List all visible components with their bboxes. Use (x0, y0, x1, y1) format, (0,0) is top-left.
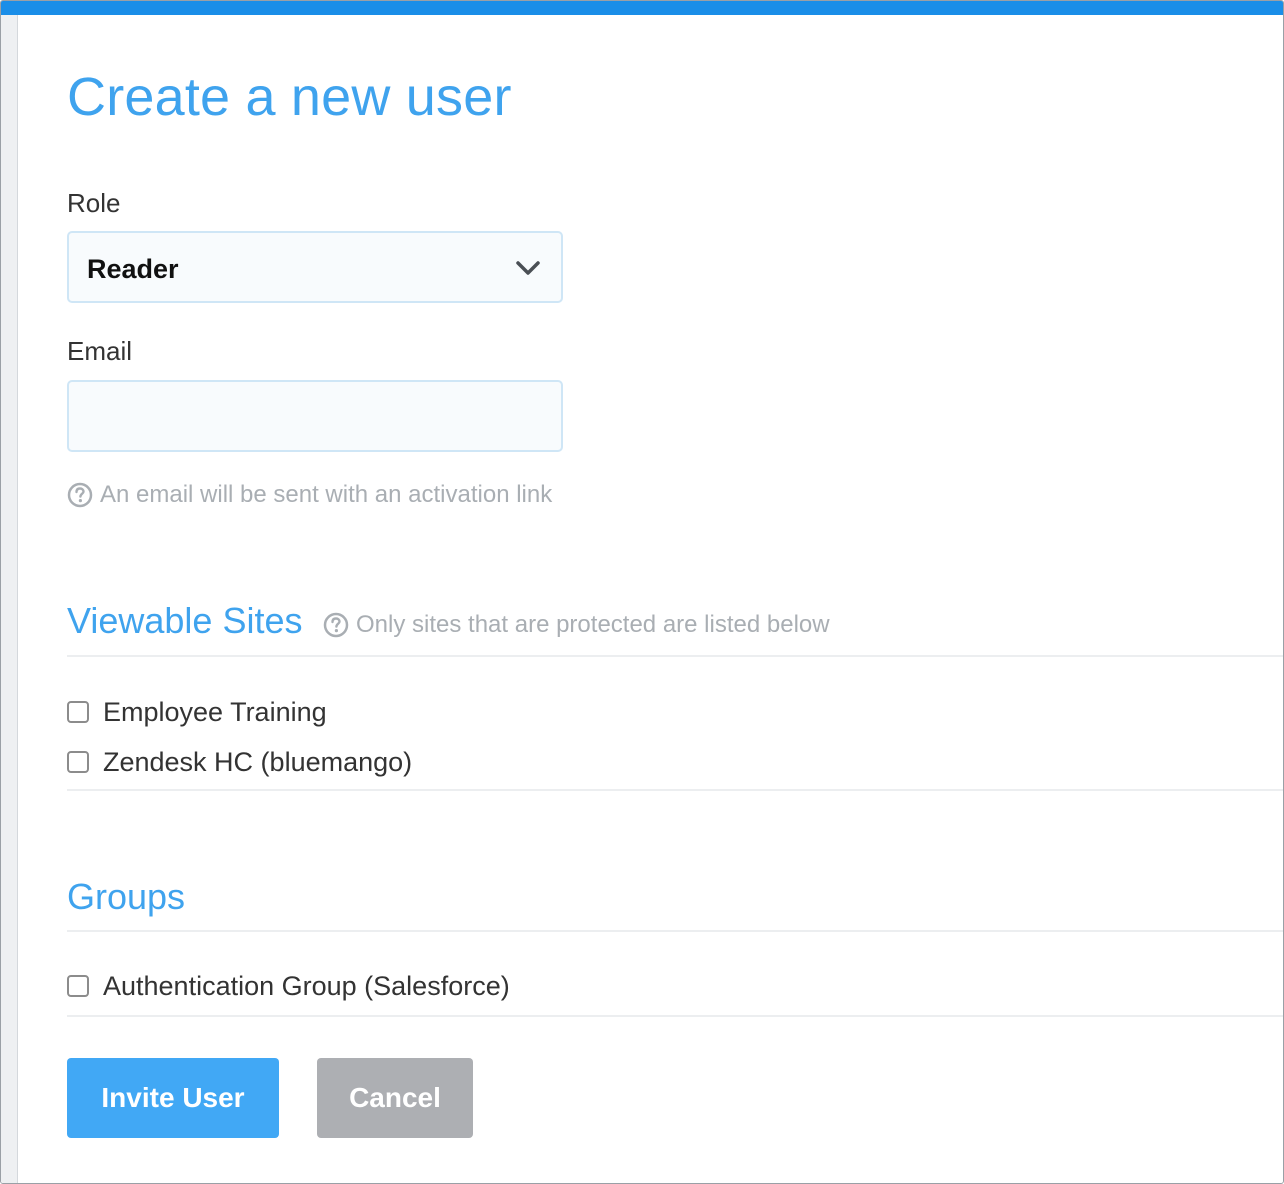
divider (67, 655, 1283, 657)
viewable-sites-help: Only sites that are protected are listed… (323, 610, 830, 640)
role-select-value: Reader (87, 254, 179, 284)
divider (67, 789, 1283, 791)
site-checkbox-employee-training[interactable]: Employee Training (67, 695, 327, 729)
viewable-sites-help-text: Only sites that are protected are listed… (356, 611, 830, 638)
top-accent-bar (1, 1, 1283, 15)
chevron-down-icon (516, 261, 540, 275)
checkbox[interactable] (67, 701, 89, 723)
checkbox[interactable] (67, 975, 89, 997)
divider (67, 1015, 1283, 1017)
role-select[interactable]: Reader (67, 231, 563, 303)
groups-title: Groups (67, 876, 186, 917)
left-sidebar-strip (1, 15, 18, 1183)
email-label: Email (67, 336, 133, 366)
invite-user-button[interactable]: Invite User (67, 1058, 279, 1138)
question-circle-icon (67, 482, 93, 508)
role-label: Role (67, 188, 121, 218)
email-field[interactable] (67, 380, 563, 452)
viewable-sites-title: Viewable Sites (67, 600, 303, 641)
email-help: An email will be sent with an activation… (67, 480, 552, 510)
site-label: Employee Training (103, 697, 327, 727)
site-checkbox-zendesk-hc[interactable]: Zendesk HC (bluemango) (67, 745, 412, 779)
page-title: Create a new user (67, 67, 512, 127)
email-help-text: An email will be sent with an activation… (100, 481, 553, 508)
site-label: Zendesk HC (bluemango) (103, 747, 413, 777)
group-checkbox-authentication-group[interactable]: Authentication Group (Salesforce) (67, 969, 510, 1003)
checkbox[interactable] (67, 751, 89, 773)
app-window: Create a new user Role Reader Email An e… (0, 0, 1284, 1184)
group-label: Authentication Group (Salesforce) (103, 971, 510, 1001)
question-circle-icon (323, 612, 349, 638)
divider (67, 930, 1283, 932)
create-user-form: Create a new user Role Reader Email An e… (67, 15, 1283, 1183)
cancel-button[interactable]: Cancel (317, 1058, 473, 1138)
